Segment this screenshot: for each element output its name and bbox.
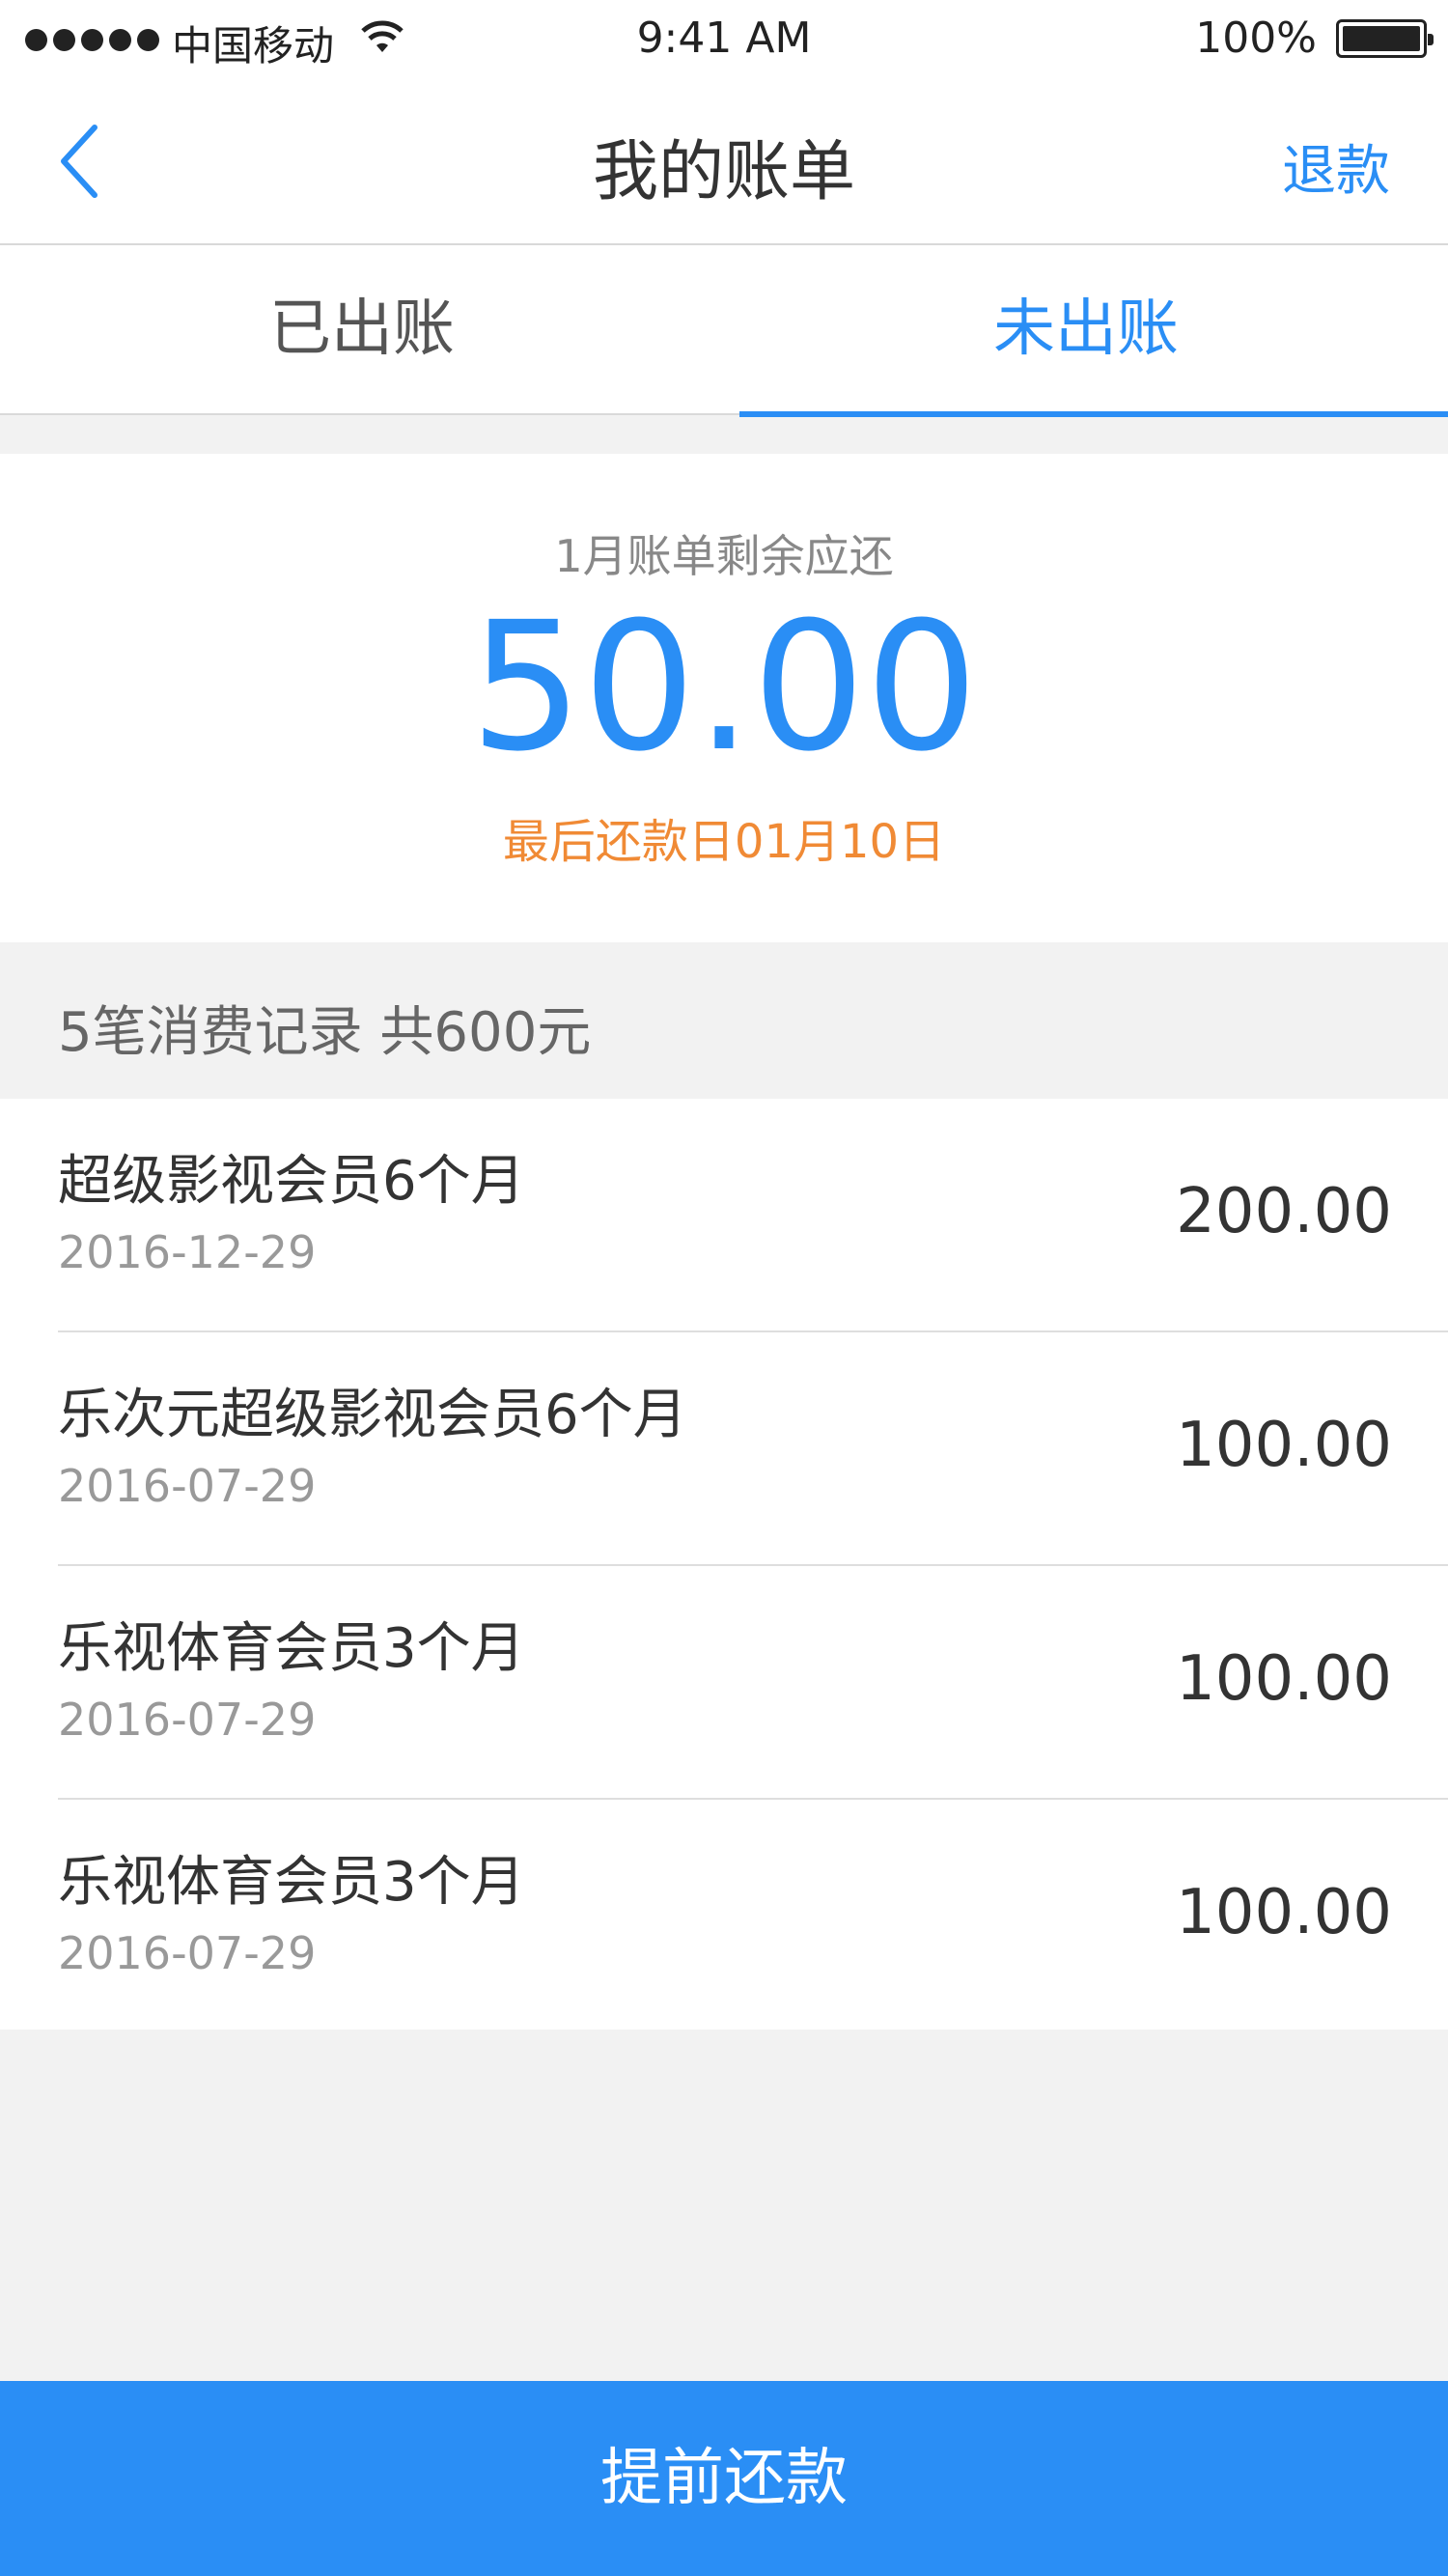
refund-button[interactable]: 退款 (1282, 127, 1390, 206)
list-item[interactable]: 乐视体育会员3个月 2016-07-29 100.00 (0, 1566, 1448, 1800)
remaining-amount: 50.00 (469, 584, 979, 791)
summary-label: 1月账单剩余应还 (554, 530, 894, 582)
tab-unbilled-label: 未出账 (993, 294, 1179, 365)
record-name: 乐视体育会员3个月 (58, 1617, 525, 1680)
prepay-button-label: 提前还款 (600, 2443, 848, 2514)
record-date: 2016-12-29 (58, 1226, 317, 1278)
tab-bar: 已出账 未出账 (0, 245, 1448, 417)
record-amount: 100.00 (1176, 1877, 1392, 1948)
records-header: 5笔消费记录 共600元 (0, 942, 1448, 1099)
record-amount: 200.00 (1176, 1176, 1392, 1247)
list-item[interactable]: 超级影视会员6个月 2016-12-29 200.00 (0, 1099, 1448, 1332)
record-date: 2016-07-29 (58, 1460, 317, 1512)
record-name: 乐视体育会员3个月 (58, 1851, 525, 1914)
list-item[interactable]: 乐视体育会员3个月 2016-07-29 100.00 (0, 1800, 1448, 2033)
records-list: 超级影视会员6个月 2016-12-29 200.00 乐次元超级影视会员6个月… (0, 1099, 1448, 2030)
record-date: 2016-07-29 (58, 1694, 317, 1746)
record-name: 乐次元超级影视会员6个月 (58, 1384, 687, 1446)
tab-billed-label: 已出账 (269, 294, 455, 365)
active-tab-indicator (739, 411, 1448, 417)
record-amount: 100.00 (1176, 1410, 1392, 1481)
record-amount: 100.00 (1176, 1643, 1392, 1715)
records-count-label: 5笔消费记录 共600元 (58, 1001, 592, 1064)
nav-bar: 我的账单 退款 (0, 79, 1448, 245)
tab-unbilled[interactable]: 未出账 (724, 245, 1448, 417)
tab-billed[interactable]: 已出账 (0, 245, 724, 413)
battery-percentage: 100% (1195, 14, 1317, 63)
status-bar: 中国移动 9:41 AM 100% (0, 0, 1448, 79)
due-date: 最后还款日01月10日 (502, 815, 946, 869)
record-name: 超级影视会员6个月 (58, 1150, 525, 1213)
list-item[interactable]: 乐次元超级影视会员6个月 2016-07-29 100.00 (0, 1332, 1448, 1566)
bill-summary: 1月账单剩余应还 50.00 最后还款日01月10日 (0, 454, 1448, 942)
prepay-button[interactable]: 提前还款 (0, 2381, 1448, 2576)
page-title: 我的账单 (592, 134, 855, 210)
record-date: 2016-07-29 (58, 1927, 317, 1979)
battery-icon (1336, 19, 1434, 58)
